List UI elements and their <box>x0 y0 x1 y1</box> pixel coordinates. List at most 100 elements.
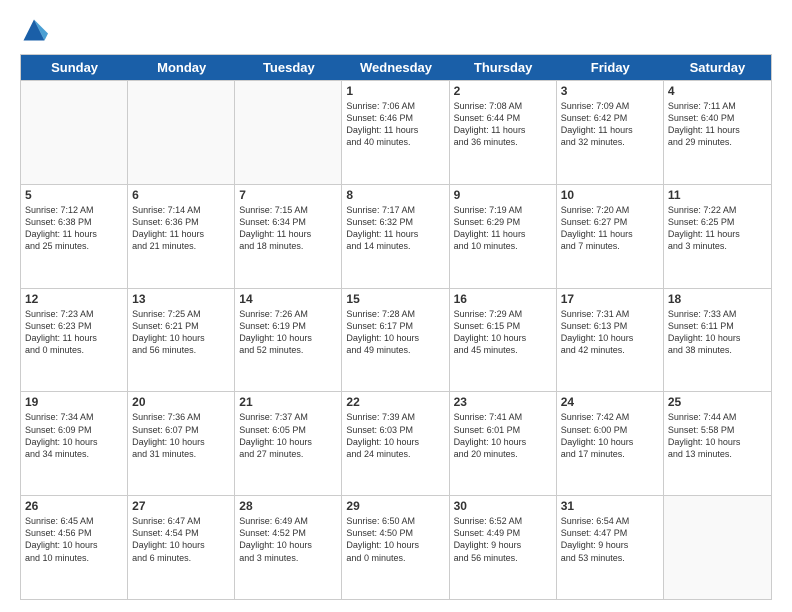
day-number: 19 <box>25 395 123 409</box>
day-number: 28 <box>239 499 337 513</box>
logo <box>20 16 52 44</box>
day-info: Sunrise: 7:44 AM Sunset: 5:58 PM Dayligh… <box>668 411 767 460</box>
day-info: Sunrise: 6:50 AM Sunset: 4:50 PM Dayligh… <box>346 515 444 564</box>
day-info: Sunrise: 7:12 AM Sunset: 6:38 PM Dayligh… <box>25 204 123 253</box>
day-info: Sunrise: 6:54 AM Sunset: 4:47 PM Dayligh… <box>561 515 659 564</box>
day-cell-11: 11Sunrise: 7:22 AM Sunset: 6:25 PM Dayli… <box>664 185 771 288</box>
day-number: 26 <box>25 499 123 513</box>
day-cell-6: 6 Sunrise: 7:14 AM Sunset: 6:36 PM Daylig… <box>128 185 235 288</box>
empty-cell-r4c6 <box>664 496 771 599</box>
day-number: 16 <box>454 292 552 306</box>
day-info: Sunrise: 7:20 AM Sunset: 6:27 PM Dayligh… <box>561 204 659 253</box>
day-number: 13 <box>132 292 230 306</box>
day-number: 1 <box>346 84 444 98</box>
day-number: 23 <box>454 395 552 409</box>
weekday-header-monday: Monday <box>128 55 235 80</box>
day-number: 6 <box>132 188 230 202</box>
day-info: Sunrise: 7:23 AM Sunset: 6:23 PM Dayligh… <box>25 308 123 357</box>
calendar-row-3: 12 Sunrise: 7:23 AM Sunset: 6:23 PM Dayli… <box>21 288 771 392</box>
day-info: Sunrise: 7:15 AM Sunset: 6:34 PM Dayligh… <box>239 204 337 253</box>
day-cell-7: 7 Sunrise: 7:15 AM Sunset: 6:34 PM Daylig… <box>235 185 342 288</box>
day-info: Sunrise: 7:19 AM Sunset: 6:29 PM Dayligh… <box>454 204 552 253</box>
day-number: 27 <box>132 499 230 513</box>
empty-cell-r0c0 <box>21 81 128 184</box>
day-cell-3: 3Sunrise: 7:09 AM Sunset: 6:42 PM Daylig… <box>557 81 664 184</box>
day-cell-29: 29 Sunrise: 6:50 AM Sunset: 4:50 PM Dayli… <box>342 496 449 599</box>
weekday-header-sunday: Sunday <box>21 55 128 80</box>
day-number: 31 <box>561 499 659 513</box>
day-cell-30: 30Sunrise: 6:52 AM Sunset: 4:49 PM Dayli… <box>450 496 557 599</box>
day-cell-27: 27 Sunrise: 6:47 AM Sunset: 4:54 PM Dayli… <box>128 496 235 599</box>
weekday-header-thursday: Thursday <box>450 55 557 80</box>
day-info: Sunrise: 7:36 AM Sunset: 6:07 PM Dayligh… <box>132 411 230 460</box>
day-cell-12: 12 Sunrise: 7:23 AM Sunset: 6:23 PM Dayli… <box>21 289 128 392</box>
day-number: 7 <box>239 188 337 202</box>
day-info: Sunrise: 6:45 AM Sunset: 4:56 PM Dayligh… <box>25 515 123 564</box>
day-number: 24 <box>561 395 659 409</box>
day-info: Sunrise: 7:41 AM Sunset: 6:01 PM Dayligh… <box>454 411 552 460</box>
day-info: Sunrise: 7:09 AM Sunset: 6:42 PM Dayligh… <box>561 100 659 149</box>
day-number: 8 <box>346 188 444 202</box>
calendar-body: 1 Sunrise: 7:06 AM Sunset: 6:46 PM Daylig… <box>21 80 771 599</box>
page: SundayMondayTuesdayWednesdayThursdayFrid… <box>0 0 792 612</box>
day-cell-24: 24 Sunrise: 7:42 AM Sunset: 6:00 PM Dayli… <box>557 392 664 495</box>
day-number: 10 <box>561 188 659 202</box>
weekday-header-saturday: Saturday <box>664 55 771 80</box>
day-info: Sunrise: 7:25 AM Sunset: 6:21 PM Dayligh… <box>132 308 230 357</box>
empty-cell-r0c2 <box>235 81 342 184</box>
day-info: Sunrise: 7:28 AM Sunset: 6:17 PM Dayligh… <box>346 308 444 357</box>
day-number: 22 <box>346 395 444 409</box>
weekday-header-wednesday: Wednesday <box>342 55 449 80</box>
day-cell-19: 19 Sunrise: 7:34 AM Sunset: 6:09 PM Dayli… <box>21 392 128 495</box>
day-number: 5 <box>25 188 123 202</box>
day-info: Sunrise: 7:39 AM Sunset: 6:03 PM Dayligh… <box>346 411 444 460</box>
day-info: Sunrise: 6:47 AM Sunset: 4:54 PM Dayligh… <box>132 515 230 564</box>
day-number: 17 <box>561 292 659 306</box>
day-info: Sunrise: 7:11 AM Sunset: 6:40 PM Dayligh… <box>668 100 767 149</box>
day-cell-4: 4 Sunrise: 7:11 AM Sunset: 6:40 PM Daylig… <box>664 81 771 184</box>
day-cell-15: 15 Sunrise: 7:28 AM Sunset: 6:17 PM Dayli… <box>342 289 449 392</box>
day-number: 21 <box>239 395 337 409</box>
day-cell-31: 31 Sunrise: 6:54 AM Sunset: 4:47 PM Dayli… <box>557 496 664 599</box>
day-cell-21: 21Sunrise: 7:37 AM Sunset: 6:05 PM Dayli… <box>235 392 342 495</box>
calendar-row-5: 26 Sunrise: 6:45 AM Sunset: 4:56 PM Dayli… <box>21 495 771 599</box>
day-number: 2 <box>454 84 552 98</box>
day-number: 14 <box>239 292 337 306</box>
day-number: 9 <box>454 188 552 202</box>
day-cell-2: 2Sunrise: 7:08 AM Sunset: 6:44 PM Daylig… <box>450 81 557 184</box>
day-cell-8: 8 Sunrise: 7:17 AM Sunset: 6:32 PM Daylig… <box>342 185 449 288</box>
day-info: Sunrise: 7:06 AM Sunset: 6:46 PM Dayligh… <box>346 100 444 149</box>
empty-cell-r0c1 <box>128 81 235 184</box>
day-cell-22: 22 Sunrise: 7:39 AM Sunset: 6:03 PM Dayli… <box>342 392 449 495</box>
day-cell-20: 20Sunrise: 7:36 AM Sunset: 6:07 PM Dayli… <box>128 392 235 495</box>
day-cell-17: 17 Sunrise: 7:31 AM Sunset: 6:13 PM Dayli… <box>557 289 664 392</box>
day-info: Sunrise: 7:33 AM Sunset: 6:11 PM Dayligh… <box>668 308 767 357</box>
day-info: Sunrise: 7:14 AM Sunset: 6:36 PM Dayligh… <box>132 204 230 253</box>
day-number: 12 <box>25 292 123 306</box>
day-number: 18 <box>668 292 767 306</box>
day-cell-14: 14Sunrise: 7:26 AM Sunset: 6:19 PM Dayli… <box>235 289 342 392</box>
day-cell-13: 13 Sunrise: 7:25 AM Sunset: 6:21 PM Dayli… <box>128 289 235 392</box>
day-info: Sunrise: 7:34 AM Sunset: 6:09 PM Dayligh… <box>25 411 123 460</box>
weekday-header-tuesday: Tuesday <box>235 55 342 80</box>
header <box>20 16 772 44</box>
day-cell-10: 10 Sunrise: 7:20 AM Sunset: 6:27 PM Dayli… <box>557 185 664 288</box>
day-cell-28: 28 Sunrise: 6:49 AM Sunset: 4:52 PM Dayli… <box>235 496 342 599</box>
day-info: Sunrise: 7:17 AM Sunset: 6:32 PM Dayligh… <box>346 204 444 253</box>
day-info: Sunrise: 7:29 AM Sunset: 6:15 PM Dayligh… <box>454 308 552 357</box>
calendar: SundayMondayTuesdayWednesdayThursdayFrid… <box>20 54 772 600</box>
day-number: 11 <box>668 188 767 202</box>
day-number: 4 <box>668 84 767 98</box>
day-info: Sunrise: 6:49 AM Sunset: 4:52 PM Dayligh… <box>239 515 337 564</box>
day-cell-25: 25Sunrise: 7:44 AM Sunset: 5:58 PM Dayli… <box>664 392 771 495</box>
day-number: 29 <box>346 499 444 513</box>
day-cell-5: 5 Sunrise: 7:12 AM Sunset: 6:38 PM Daylig… <box>21 185 128 288</box>
day-info: Sunrise: 6:52 AM Sunset: 4:49 PM Dayligh… <box>454 515 552 564</box>
day-info: Sunrise: 7:31 AM Sunset: 6:13 PM Dayligh… <box>561 308 659 357</box>
logo-icon <box>20 16 48 44</box>
day-info: Sunrise: 7:42 AM Sunset: 6:00 PM Dayligh… <box>561 411 659 460</box>
day-cell-9: 9 Sunrise: 7:19 AM Sunset: 6:29 PM Daylig… <box>450 185 557 288</box>
day-cell-1: 1 Sunrise: 7:06 AM Sunset: 6:46 PM Daylig… <box>342 81 449 184</box>
calendar-row-2: 5 Sunrise: 7:12 AM Sunset: 6:38 PM Daylig… <box>21 184 771 288</box>
day-number: 15 <box>346 292 444 306</box>
